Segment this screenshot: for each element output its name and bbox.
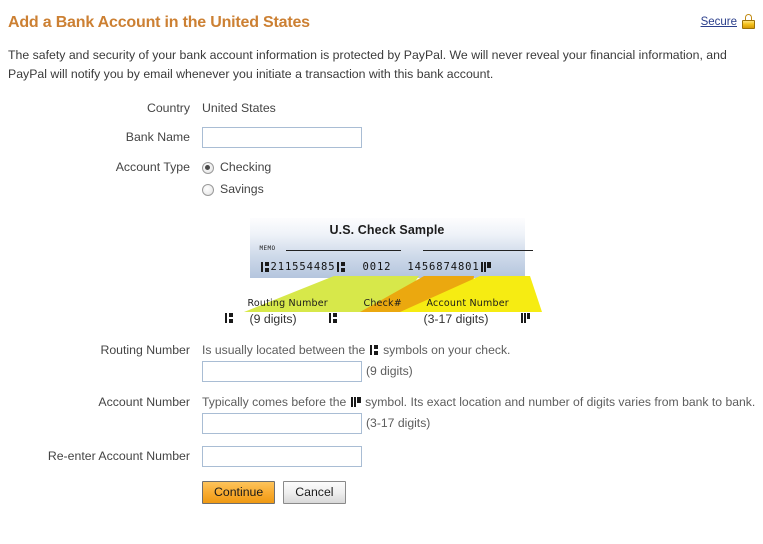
digits-row-transit-symbol-right xyxy=(328,313,339,323)
micr-check-number: 0012 xyxy=(362,261,392,273)
digits-row-transit-symbol-left xyxy=(224,313,235,323)
micr-transit-symbol-right xyxy=(336,262,346,272)
account-hint-after: symbol. Its exact location and number of… xyxy=(365,395,756,409)
micr-transit-symbol-left xyxy=(260,262,270,272)
check-face: U.S. Check Sample MEMO 211554485 0012 14… xyxy=(249,218,533,278)
secure-link[interactable]: Secure xyxy=(701,16,737,28)
bank-name-label: Bank Name xyxy=(125,130,190,144)
field-row-account-type: Account Type Checking Savings xyxy=(0,158,763,202)
account-hint-onus-icon xyxy=(350,397,361,407)
field-row-bank-name: Bank Name xyxy=(0,127,763,148)
check-sample-figure: U.S. Check Sample MEMO 211554485 0012 14… xyxy=(0,218,763,336)
radio-option-checking[interactable]: Checking xyxy=(202,158,763,177)
radio-savings-label[interactable]: Savings xyxy=(220,181,264,198)
field-row-account-number: Account Number Typically comes before th… xyxy=(0,394,763,434)
account-type-label: Account Type xyxy=(115,160,190,174)
check-sample-title: U.S. Check Sample xyxy=(329,223,445,237)
routing-number-digits-note: (9 digits) xyxy=(366,364,413,378)
routing-hint-before: Is usually located between the xyxy=(202,343,366,357)
check-digits-row: (9 digits) (3-17 digits) xyxy=(212,312,552,330)
page-title: Add a Bank Account in the United States xyxy=(8,14,310,31)
field-row-reenter-account-number: Re-enter Account Number xyxy=(0,446,763,467)
check-micr-line: 211554485 0012 1456874801 xyxy=(260,261,492,273)
digits-row-onus-symbol xyxy=(520,313,532,323)
micr-routing-number: 211554485 xyxy=(270,261,336,273)
account-number-digits-note: (3-17 digits) xyxy=(366,416,431,430)
routing-number-input[interactable] xyxy=(202,361,362,382)
bank-account-form: Country United States Bank Name Account … xyxy=(0,100,763,504)
account-hint-before: Typically comes before the xyxy=(202,395,347,409)
routing-number-label: Routing Number xyxy=(100,343,190,357)
check-memo-row: MEMO xyxy=(259,245,533,252)
account-number-input[interactable] xyxy=(202,413,362,434)
routing-hint-after: symbols on your check. xyxy=(383,343,511,357)
memo-line-left xyxy=(285,249,401,251)
micr-onus-symbol xyxy=(480,262,491,272)
micr-account-number: 1456874801 xyxy=(407,261,480,273)
secure-indicator[interactable]: Secure xyxy=(701,14,755,29)
reenter-account-number-label: Re-enter Account Number xyxy=(47,449,190,463)
cancel-button[interactable]: Cancel xyxy=(283,481,346,504)
account-number-hint: Typically comes before the symbol. Its e… xyxy=(202,394,763,411)
band-label-check-number: Check# xyxy=(363,298,402,309)
field-row-routing-number: Routing Number Is usually located betwee… xyxy=(0,342,763,382)
continue-button[interactable]: Continue xyxy=(202,481,276,504)
form-actions: Continue Cancel xyxy=(202,481,763,504)
radio-checking-label[interactable]: Checking xyxy=(220,159,271,176)
country-label: Country xyxy=(146,101,190,115)
reenter-account-number-input[interactable] xyxy=(202,446,362,467)
routing-hint-transit-icon xyxy=(369,345,379,355)
field-row-country: Country United States xyxy=(0,100,763,117)
digits-row-account-note: (3-17 digits) xyxy=(423,312,489,326)
check-band-labels: Routing Number Check# Account Number xyxy=(212,276,552,312)
radio-savings-icon[interactable] xyxy=(202,183,214,196)
intro-paragraph: The safety and security of your bank acc… xyxy=(8,48,727,81)
routing-number-hint: Is usually located between the symbols o… xyxy=(202,342,763,359)
band-label-routing: Routing Number xyxy=(247,298,328,309)
radio-checking-icon[interactable] xyxy=(202,161,214,174)
band-label-account: Account Number xyxy=(426,298,509,309)
radio-option-savings[interactable]: Savings xyxy=(202,180,763,199)
digits-row-routing-note: (9 digits) xyxy=(249,312,297,326)
page-header: Add a Bank Account in the United States … xyxy=(0,0,763,38)
bank-name-input[interactable] xyxy=(202,127,362,148)
account-number-label: Account Number xyxy=(98,395,190,409)
memo-label: MEMO xyxy=(259,245,276,252)
memo-line-right xyxy=(422,249,533,251)
country-value: United States xyxy=(202,101,276,115)
padlock-icon xyxy=(742,14,755,29)
